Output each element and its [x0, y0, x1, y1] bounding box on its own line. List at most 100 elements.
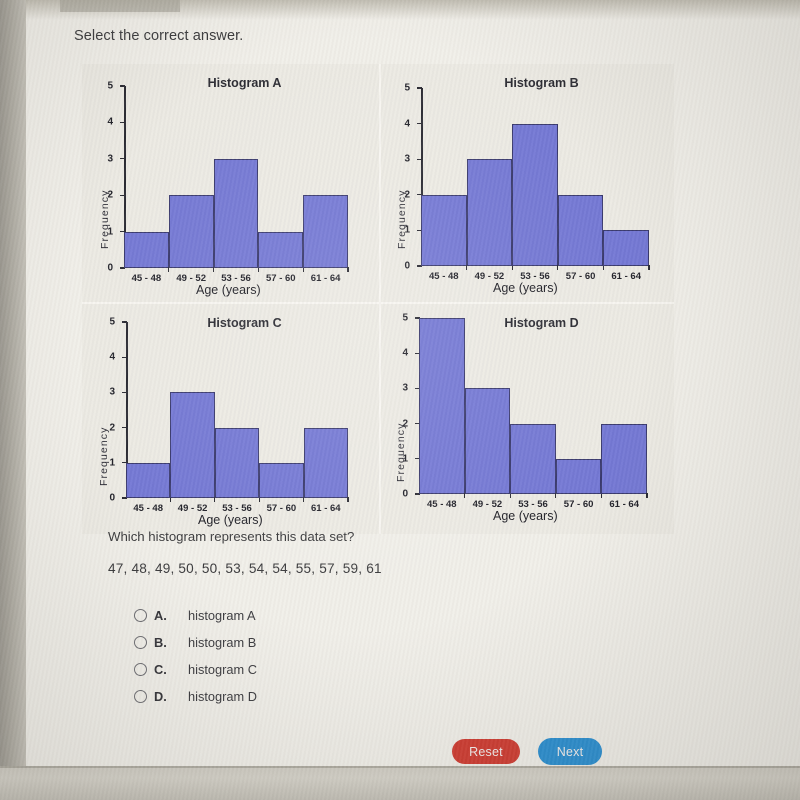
histogram-bar	[126, 462, 171, 498]
y-tick-label: 0	[109, 492, 115, 504]
y-tick: 3	[109, 387, 127, 398]
histogram-bar	[464, 388, 511, 494]
y-axis-label-c: Frequency	[98, 426, 110, 486]
histogram-bar	[419, 318, 465, 494]
y-tick-label: 0	[402, 488, 408, 500]
y-tick-label: 1	[404, 224, 410, 236]
y-tick: 4	[107, 117, 125, 128]
y-tick-label: 2	[107, 189, 113, 201]
panel-seam-horizontal	[82, 302, 674, 304]
y-axis-label-d: Frequency	[395, 422, 407, 482]
option-letter-a: A.	[154, 608, 167, 623]
option-label-b: histogram B	[188, 635, 257, 650]
x-tick	[646, 493, 648, 498]
x-tick-label: 57 - 60	[266, 273, 296, 284]
x-tick	[648, 265, 650, 270]
y-tick-label: 5	[404, 82, 410, 94]
y-tick-label: 2	[404, 189, 410, 201]
y-tick: 3	[107, 153, 125, 164]
y-tick-label: 0	[404, 260, 410, 272]
option-letter-d: D.	[154, 689, 167, 704]
histogram-bar	[258, 231, 304, 268]
x-tick-label: 57 - 60	[266, 503, 297, 514]
histogram-bar	[555, 458, 602, 494]
radio-button-d[interactable]	[134, 690, 147, 703]
histogram-bar	[214, 427, 260, 498]
radio-button-c[interactable]	[134, 663, 147, 676]
x-tick-label: 57 - 60	[563, 499, 594, 510]
y-tick-label: 4	[404, 118, 410, 130]
x-axis-label-d: Age (years)	[493, 509, 558, 523]
y-tick-label: 5	[109, 316, 115, 328]
y-tick-label: 0	[107, 262, 113, 274]
histogram-bar	[512, 123, 558, 266]
x-tick	[347, 267, 349, 272]
histogram-bar	[124, 231, 169, 268]
y-tick-label: 3	[404, 153, 410, 165]
y-tick-label: 5	[402, 312, 408, 324]
dataset-values: 47, 48, 49, 50, 50, 53, 54, 54, 55, 57, …	[108, 561, 382, 576]
y-tick: 5	[107, 81, 125, 92]
y-tick: 4	[109, 352, 127, 363]
x-tick-label: 45 - 48	[429, 271, 459, 282]
x-axis-label-b: Age (years)	[493, 281, 558, 295]
x-tick-label: 45 - 48	[427, 499, 457, 510]
next-button[interactable]: Next	[538, 738, 602, 765]
panel-seam-vertical	[379, 64, 381, 534]
option-letter-b: B.	[154, 635, 167, 650]
y-tick: 4	[404, 118, 422, 129]
x-tick-label: 61 - 64	[611, 271, 641, 282]
x-axis-label-c: Age (years)	[198, 513, 263, 527]
question-text: Which histogram represents this data set…	[108, 529, 355, 544]
y-tick: 2	[107, 190, 125, 201]
y-tick-label: 3	[109, 386, 115, 398]
y-tick: 5	[109, 317, 127, 328]
plot-area-c: 0 1 2 3 4 5 45 - 48 49 - 52 53 - 56 57 - 60 61 - 6…	[109, 317, 349, 514]
x-tick-label: 45 - 48	[131, 273, 162, 284]
y-tick-label: 2	[402, 418, 408, 430]
histogram-panel-c: Histogram C Frequency 0 1 2 3 4 5 45 - 48 49 - …	[82, 304, 379, 534]
x-tick-label: 45 - 48	[133, 503, 163, 514]
radio-button-a[interactable]	[134, 609, 147, 622]
radio-button-b[interactable]	[134, 636, 147, 649]
option-letter-c: C.	[154, 662, 167, 677]
histogram-bar	[510, 423, 556, 494]
x-tick-label: 61 - 64	[311, 503, 341, 514]
histogram-bar	[421, 194, 467, 266]
y-tick-label: 5	[107, 80, 113, 92]
y-tick-label: 3	[107, 153, 113, 165]
x-axis-label-a: Age (years)	[196, 283, 261, 297]
histogram-bar	[303, 427, 348, 498]
y-tick: 3	[404, 154, 422, 165]
option-label-c: histogram C	[188, 662, 257, 677]
option-b[interactable]: B. histogram B	[134, 629, 257, 656]
y-tick: 5	[404, 83, 422, 94]
histogram-grid: Histogram A Frequency 0 1 2 3 4 5 45 - 48 49 - …	[82, 64, 674, 534]
x-tick-label: 61 - 64	[310, 273, 341, 284]
histogram-bar	[303, 195, 348, 268]
histogram-bar	[466, 159, 513, 266]
option-d[interactable]: D. histogram D	[134, 683, 257, 710]
option-c[interactable]: C. histogram C	[134, 656, 257, 683]
y-tick-label: 1	[402, 453, 408, 465]
x-tick-label: 57 - 60	[565, 271, 596, 282]
page-prompt: Select the correct answer.	[74, 28, 244, 44]
histogram-bar	[603, 230, 649, 266]
y-tick-label: 1	[109, 457, 115, 469]
histogram-panel-d: Histogram D Frequency 0 1 2 3 4 5 45 - 48 49 - …	[381, 304, 674, 534]
reset-button[interactable]: Reset	[452, 739, 520, 764]
y-tick-label: 4	[107, 116, 113, 128]
y-tick-label: 1	[107, 226, 113, 238]
y-tick: 2	[109, 422, 127, 433]
option-label-a: histogram A	[188, 608, 256, 623]
y-tick-label: 4	[402, 347, 408, 359]
x-tick	[347, 497, 349, 502]
y-tick-label: 4	[109, 351, 115, 363]
y-tick-label: 3	[402, 382, 408, 394]
y-tick-label: 2	[109, 422, 115, 434]
histogram-bar	[259, 462, 304, 498]
plot-area-b: 0 1 2 3 4 5 45 - 48 49 - 52 53 - 56 57 - 60 61 - 6…	[404, 83, 650, 282]
histogram-bar	[557, 194, 604, 266]
option-a[interactable]: A. histogram A	[134, 602, 257, 629]
x-tick-label: 61 - 64	[609, 499, 639, 510]
